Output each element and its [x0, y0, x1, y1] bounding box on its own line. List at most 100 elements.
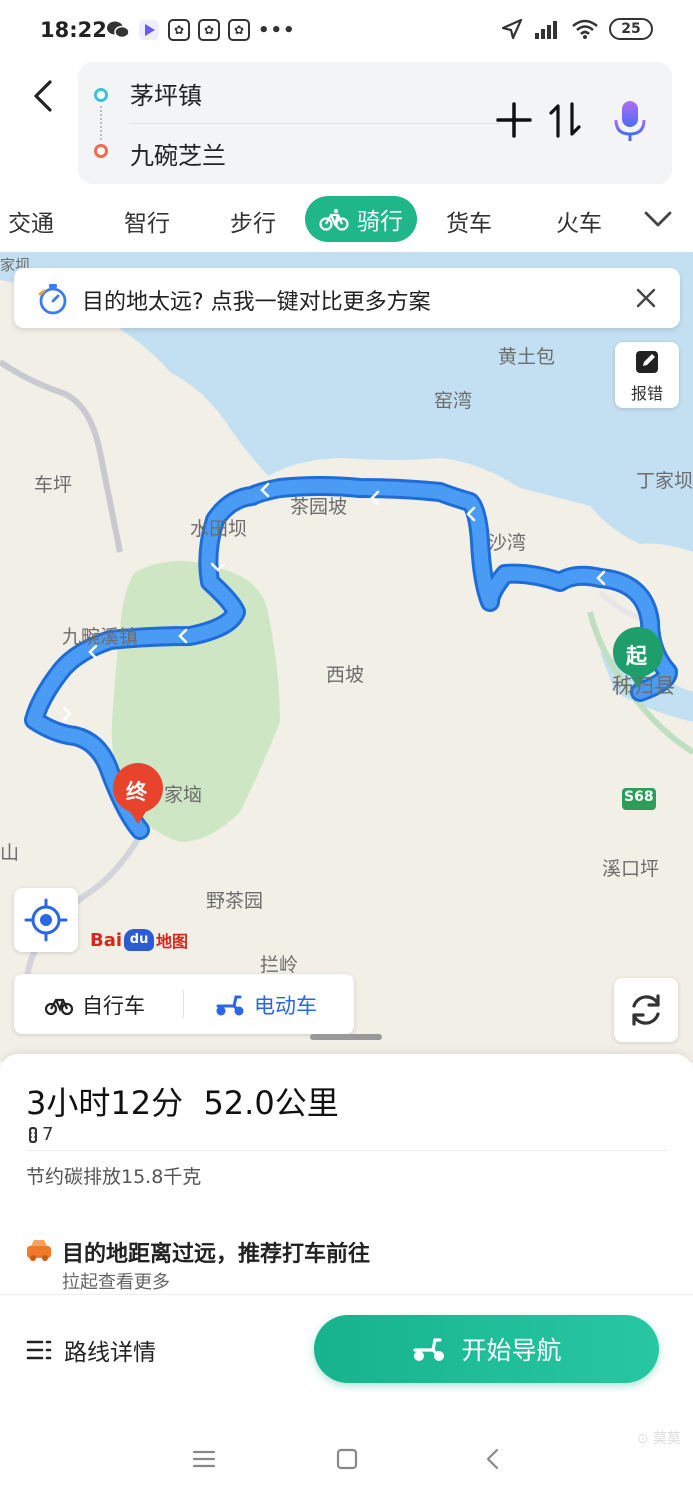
- place-label: 窑湾: [434, 390, 473, 412]
- pull-up-hint: 拉起查看更多: [62, 1272, 170, 1293]
- menu-icon[interactable]: [191, 1446, 217, 1472]
- wifi-icon: [572, 19, 598, 39]
- close-icon[interactable]: [634, 286, 658, 310]
- place-label: 家垴: [164, 784, 203, 806]
- mode-ebike[interactable]: 电动车: [214, 990, 317, 1020]
- start-navigation-label: 开始导航: [461, 1336, 562, 1365]
- compare-plans-text: 目的地太远? 点我一键对比更多方案: [82, 290, 431, 315]
- drag-handle[interactable]: [310, 1034, 382, 1040]
- route-connector: [100, 106, 102, 140]
- compare-plans-banner[interactable]: 目的地太远? 点我一键对比更多方案: [14, 268, 680, 328]
- add-waypoint-icon[interactable]: [494, 100, 534, 140]
- report-error-button[interactable]: 报错: [615, 342, 679, 408]
- place-label: 丁家坝: [636, 470, 693, 492]
- tab-cycling[interactable]: 骑行: [305, 196, 417, 242]
- route-header: 茅坪镇 九碗芝兰: [0, 62, 693, 192]
- tab-transit[interactable]: 交通: [8, 204, 54, 238]
- mode-bicycle[interactable]: 自行车: [44, 990, 145, 1020]
- microphone-icon[interactable]: [610, 98, 650, 144]
- list-icon: [26, 1340, 52, 1360]
- divider: [26, 1150, 668, 1151]
- origin-dot-icon: [94, 88, 108, 102]
- baidu-maps-logo: Bai du 地图: [90, 928, 188, 952]
- chevron-down-icon[interactable]: [643, 206, 673, 232]
- back-nav-icon[interactable]: [480, 1446, 506, 1472]
- location-arrow-icon: [501, 18, 523, 40]
- logo-suffix: 地图: [156, 932, 189, 951]
- route-input-box: 茅坪镇 九碗芝兰: [78, 62, 672, 184]
- carbon-saving: 节约碳排放15.8千克: [26, 1166, 202, 1188]
- divider: [183, 990, 184, 1018]
- place-label: 溪口坪: [602, 858, 660, 880]
- route-summary-sheet[interactable]: 3小时12分 52.0公里 7 节约碳排放15.8千克 目的地距离过远，推荐打车…: [0, 1054, 693, 1294]
- traffic-light-icon: [29, 1126, 37, 1143]
- battery-icon: 25: [609, 18, 653, 40]
- tab-walk[interactable]: 步行: [230, 204, 276, 238]
- wechat-icon: [107, 21, 130, 39]
- notification-icons: ✿ ✿ ✿ •••: [106, 19, 296, 41]
- system-icons: 25: [501, 18, 653, 40]
- report-error-label: 报错: [630, 384, 663, 403]
- route-details-button[interactable]: 路线详情: [26, 1333, 156, 1367]
- more-notifications-icon: •••: [258, 19, 296, 41]
- scooter-icon: [413, 1338, 445, 1361]
- travel-mode-tabs: 交通 智行 步行 骑行 货车 火车: [0, 192, 693, 252]
- taxi-icon: [27, 1240, 51, 1261]
- status-bar: 18:22 ✿ ✿ ✿ ••• 25: [0, 0, 693, 62]
- baidu-app-icon: ✿: [228, 19, 250, 41]
- tab-truck[interactable]: 货车: [446, 204, 492, 238]
- refresh-icon: [632, 994, 660, 1026]
- traffic-lights-count: 7: [26, 1124, 53, 1145]
- clock: 18:22: [40, 18, 107, 42]
- taxi-suggestion-title[interactable]: 目的地距离过远，推荐打车前往: [62, 1236, 370, 1268]
- divider: [130, 123, 500, 124]
- home-icon[interactable]: [334, 1446, 360, 1472]
- edit-icon: [636, 351, 658, 373]
- watermark: ⊙ 莫莫: [636, 1431, 681, 1447]
- bicycle-icon: [319, 208, 349, 231]
- refresh-route-button[interactable]: [614, 978, 678, 1042]
- locate-icon: [24, 898, 68, 942]
- route-details-label: 路线详情: [64, 1340, 156, 1366]
- traffic-lights-value: 7: [42, 1124, 54, 1145]
- scooter-icon: [216, 995, 244, 1016]
- duration-value: 3小时12分: [26, 1084, 184, 1122]
- origin-field[interactable]: 茅坪镇: [130, 76, 202, 111]
- destination-field[interactable]: 九碗芝兰: [130, 136, 226, 171]
- back-icon[interactable]: [26, 76, 62, 116]
- logo-text: Bai: [90, 929, 123, 951]
- system-navigation-bar: ⊙ 莫莫: [0, 1418, 693, 1500]
- route-summary: 3小时12分 52.0公里: [26, 1078, 339, 1124]
- distance-value: 52.0公里: [203, 1084, 339, 1122]
- vehicle-mode-toggle: 自行车 电动车: [14, 974, 354, 1034]
- map-view[interactable]: 黄土包 窑湾 丁家坝 车坪 茶园坡 水田坝 沙湾 九畹溪镇 西坡 秭归县 家垴 …: [0, 252, 693, 1062]
- place-label: 野茶园: [206, 890, 264, 912]
- start-marker-label[interactable]: 起: [626, 640, 647, 670]
- paw-icon: du: [124, 929, 155, 951]
- play-store-icon: [139, 20, 159, 40]
- tab-train[interactable]: 火车: [556, 204, 602, 238]
- baidu-app-icon: ✿: [198, 19, 220, 41]
- destination-dot-icon: [94, 144, 108, 158]
- place-label: 沙湾: [488, 532, 527, 554]
- place-label: 车坪: [34, 474, 73, 496]
- end-marker-label[interactable]: 终: [126, 776, 147, 806]
- mode-ebike-label: 电动车: [254, 994, 317, 1018]
- place-label: 九畹溪镇: [62, 626, 139, 648]
- place-label: 黄土包: [498, 346, 556, 368]
- place-label: 山: [0, 842, 20, 864]
- tab-cycling-label: 骑行: [357, 209, 403, 235]
- tab-smart[interactable]: 智行: [124, 204, 170, 238]
- swap-route-icon[interactable]: [548, 100, 582, 140]
- mode-bicycle-label: 自行车: [82, 994, 145, 1018]
- place-label: 秭归县: [612, 674, 675, 698]
- start-navigation-button[interactable]: 开始导航: [314, 1315, 659, 1383]
- bicycle-icon: [44, 998, 74, 1016]
- stopwatch-icon: [38, 284, 67, 315]
- place-label: 茶园坡: [290, 496, 348, 518]
- action-bar: 路线详情 开始导航: [0, 1294, 693, 1418]
- place-label: 西坡: [326, 664, 365, 686]
- place-label: 水田坝: [190, 518, 248, 540]
- locate-me-button[interactable]: [14, 888, 78, 952]
- place-label: 拦岭: [260, 954, 299, 976]
